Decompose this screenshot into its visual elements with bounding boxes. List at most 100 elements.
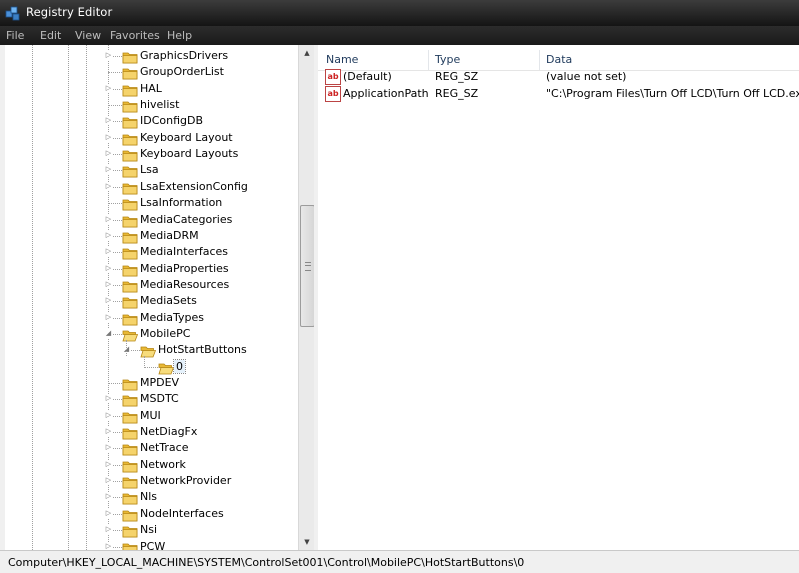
tree-item[interactable]: ▷ Lsa [5, 162, 298, 178]
expand-arrow-icon[interactable]: ▷ [104, 230, 113, 240]
tree-item[interactable]: ▷ MediaResources [5, 277, 298, 293]
tree-item-label: GroupOrderList [140, 65, 224, 79]
expand-arrow-icon[interactable]: ▷ [104, 410, 113, 420]
tree-item[interactable]: ▷ Network [5, 457, 298, 473]
tree-item[interactable]: ▷ HAL [5, 81, 298, 97]
tree-item[interactable]: 0 [5, 358, 298, 375]
tree-item[interactable]: ▷ NodeInterfaces [5, 506, 298, 522]
tree-item[interactable]: ▷ NetTrace [5, 440, 298, 456]
expand-arrow-icon[interactable]: ▷ [104, 541, 113, 550]
tree-item-label: MobilePC [140, 326, 191, 340]
tree-item[interactable]: ▷ MediaDRM [5, 228, 298, 244]
expand-arrow-icon[interactable]: ▷ [104, 459, 113, 469]
tree-item-label: NetTrace [140, 441, 189, 455]
folder-icon [122, 474, 138, 489]
tree-item[interactable]: ◢ HotStartButtons [5, 342, 298, 358]
value-name: (Default) [343, 70, 392, 83]
string-value-icon: ab [325, 69, 341, 85]
folder-icon [158, 360, 175, 375]
tree-item[interactable]: ▷ IDConfigDB [5, 113, 298, 129]
expand-arrow-icon[interactable]: ▷ [104, 214, 113, 224]
expand-arrow-icon[interactable]: ▷ [104, 296, 113, 306]
value-type: REG_SZ [435, 70, 479, 83]
scroll-down-arrow-icon[interactable]: ▼ [299, 534, 315, 550]
folder-icon [122, 65, 138, 80]
folder-icon [122, 82, 138, 97]
tree-item[interactable]: ▷ NetDiagFx [5, 424, 298, 440]
tree-item[interactable]: ▷ MediaInterfaces [5, 244, 298, 260]
tree-item[interactable]: ▷ MediaSets [5, 293, 298, 309]
expand-arrow-icon[interactable]: ▷ [104, 394, 113, 404]
grip-icon [305, 262, 311, 271]
expand-arrow-icon[interactable]: ▷ [104, 443, 113, 453]
expand-arrow-icon[interactable]: ▷ [104, 83, 113, 93]
expand-arrow-icon[interactable]: ▷ [104, 492, 113, 502]
tree-item-label: IDConfigDB [140, 114, 204, 128]
tree-item[interactable]: ▷ NetworkProvider [5, 473, 298, 489]
tree-item-label: NetDiagFx [140, 425, 198, 439]
expand-arrow-icon[interactable]: ▷ [104, 427, 113, 437]
tree-item[interactable]: hivelist [5, 97, 298, 113]
folder-icon [122, 114, 138, 129]
tree-item[interactable]: ▷ MediaProperties [5, 261, 298, 277]
tree-item-label: MediaCategories [140, 212, 233, 226]
expand-arrow-icon[interactable]: ▷ [104, 263, 113, 273]
tree-item-label: MediaInterfaces [140, 245, 229, 259]
menu-edit[interactable]: Edit [40, 29, 61, 42]
menu-bar: File Edit View Favorites Help [0, 26, 799, 45]
tree-item[interactable]: GroupOrderList [5, 64, 298, 80]
collapse-arrow-icon[interactable]: ◢ [104, 328, 113, 338]
tree-item[interactable]: ▷ Keyboard Layout [5, 130, 298, 146]
tree-item-label: hivelist [140, 98, 180, 112]
tree-item[interactable]: ▷ MSDTC [5, 391, 298, 407]
values-list-pane[interactable]: Name Type Data ab (Default) REG_SZ (valu… [318, 45, 799, 550]
scroll-up-arrow-icon[interactable]: ▲ [299, 45, 315, 61]
tree-item[interactable]: ▷ Nsi [5, 522, 298, 538]
expand-arrow-icon[interactable]: ▷ [104, 476, 113, 486]
key-path: Computer\HKEY_LOCAL_MACHINE\SYSTEM\Contr… [8, 556, 525, 569]
tree-item[interactable]: ▷ LsaExtensionConfig [5, 179, 298, 195]
column-separator[interactable] [539, 50, 540, 70]
folder-icon [122, 507, 138, 522]
menu-file[interactable]: File [6, 29, 24, 42]
expand-arrow-icon[interactable]: ▷ [104, 525, 113, 535]
tree-item-label: MUI [140, 408, 161, 422]
tree-item[interactable]: ▷ Keyboard Layouts [5, 146, 298, 162]
scroll-thumb[interactable] [300, 205, 315, 327]
tree-scrollbar[interactable]: ▲ ▼ [298, 45, 315, 550]
folder-icon [122, 180, 138, 195]
tree-item-label: HotStartButtons [158, 343, 247, 357]
expand-arrow-icon[interactable]: ▷ [104, 508, 113, 518]
expand-arrow-icon[interactable]: ▷ [104, 51, 113, 60]
tree-connector-line [108, 72, 122, 74]
tree-item[interactable]: LsaInformation [5, 195, 298, 211]
tree-item[interactable]: ▷ MUI [5, 408, 298, 424]
tree-connector-line [108, 383, 122, 384]
column-separator[interactable] [428, 50, 429, 70]
expand-arrow-icon[interactable]: ▷ [104, 312, 113, 322]
expand-arrow-icon[interactable]: ▷ [104, 279, 113, 289]
value-row[interactable]: ab (Default) REG_SZ (value not set) [318, 69, 799, 85]
expand-arrow-icon[interactable]: ▷ [104, 165, 113, 175]
expand-arrow-icon[interactable]: ▷ [104, 247, 113, 257]
expand-arrow-icon[interactable]: ▷ [104, 116, 113, 126]
title-bar[interactable]: Registry Editor [0, 0, 799, 26]
folder-icon [122, 147, 138, 162]
tree-item[interactable]: ▷ PCW [5, 539, 298, 550]
tree-item[interactable]: ▷ MediaTypes [5, 310, 298, 326]
expand-arrow-icon[interactable]: ▷ [104, 132, 113, 142]
tree-item-label: HAL [140, 81, 162, 95]
key-tree-pane[interactable]: ▷ GraphicsDrivers GroupOrderList ▷ HAL hiveli… [5, 45, 303, 550]
menu-view[interactable]: View [75, 29, 101, 42]
menu-favorites[interactable]: Favorites [110, 29, 160, 42]
tree-item[interactable]: ▷ MediaCategories [5, 212, 298, 228]
string-value-icon: ab [325, 86, 341, 102]
expand-arrow-icon[interactable]: ▷ [104, 149, 113, 159]
tree-item[interactable]: MPDEV [5, 375, 298, 391]
expand-arrow-icon[interactable]: ▷ [104, 181, 113, 191]
value-row[interactable]: ab ApplicationPath REG_SZ "C:\Program Fi… [318, 86, 799, 102]
tree-item[interactable]: ▷ GraphicsDrivers [5, 48, 298, 64]
tree-item[interactable]: ▷ Nls [5, 489, 298, 505]
tree-item[interactable]: ◢ MobilePC [5, 326, 298, 342]
menu-help[interactable]: Help [167, 29, 192, 42]
